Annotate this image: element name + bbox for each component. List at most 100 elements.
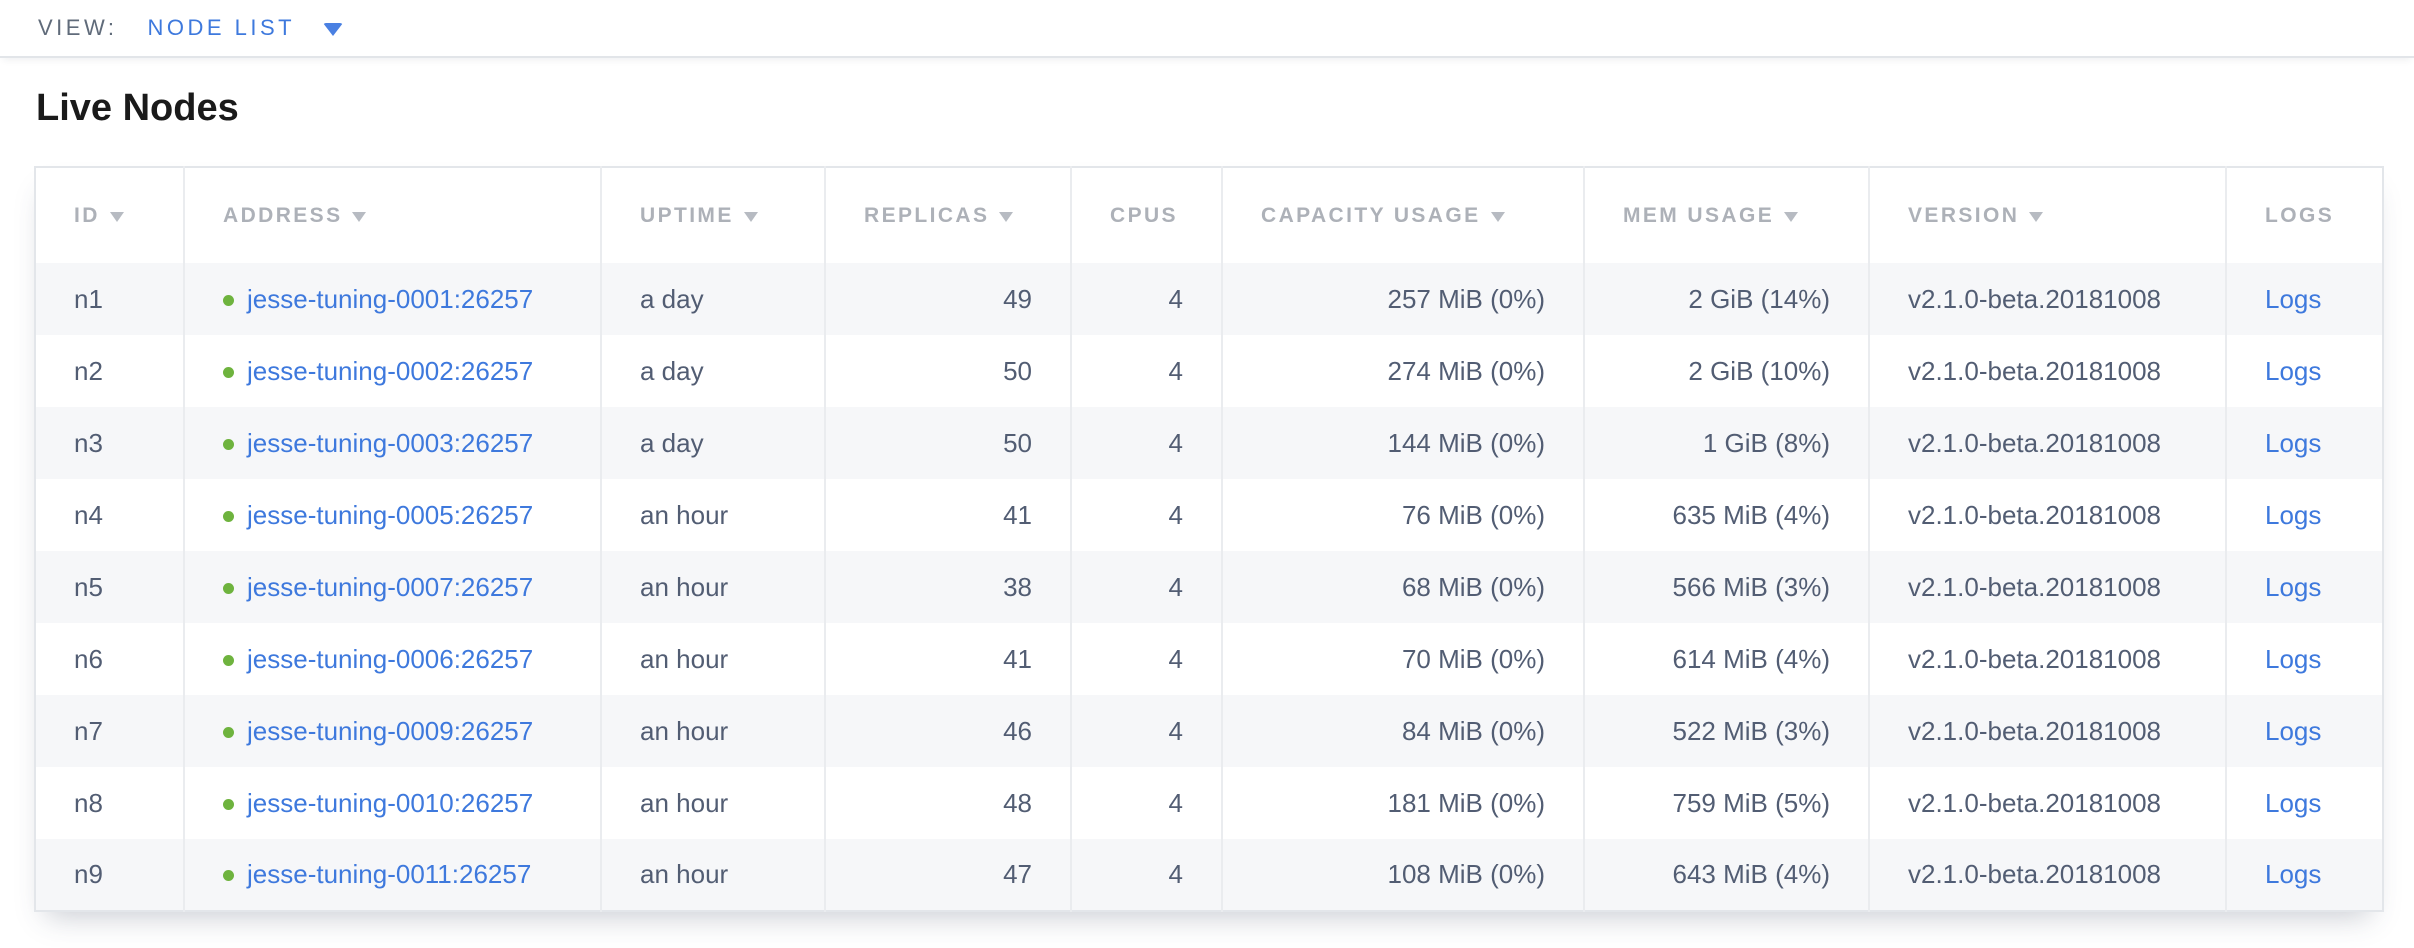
node-address-cell: jesse-tuning-0005:26257 [184,479,601,551]
node-cpus-cell: 4 [1071,551,1222,623]
node-id-cell: n7 [35,695,184,767]
node-cpus-cell: 4 [1071,767,1222,839]
node-version-cell: v2.1.0-beta.20181008 [1869,623,2226,695]
table-row: n3 jesse-tuning-0003:26257 a day 50 4 14… [35,407,2383,479]
live-nodes-table: ID ADDRESS UPTIME REPLICAS CPUS CAPACITY… [34,166,2384,912]
node-cpus-cell: 4 [1071,407,1222,479]
node-logs-cell: Logs [2226,695,2383,767]
column-header-replicas[interactable]: REPLICAS [825,167,1071,263]
node-cpus-cell: 4 [1071,695,1222,767]
column-header-uptime[interactable]: UPTIME [601,167,825,263]
node-address-cell: jesse-tuning-0002:26257 [184,335,601,407]
node-address-cell: jesse-tuning-0009:26257 [184,695,601,767]
node-address-cell: jesse-tuning-0001:26257 [184,263,601,335]
node-cpus-cell: 4 [1071,839,1222,911]
node-capacity-cell: 274 MiB (0%) [1222,335,1584,407]
node-id-cell: n5 [35,551,184,623]
live-nodes-panel: ID ADDRESS UPTIME REPLICAS CPUS CAPACITY… [34,166,2382,912]
logs-link[interactable]: Logs [2265,644,2321,674]
node-id-cell: n4 [35,479,184,551]
column-header-capacity-usage[interactable]: CAPACITY USAGE [1222,167,1584,263]
logs-link[interactable]: Logs [2265,859,2321,889]
node-address-link[interactable]: jesse-tuning-0007:26257 [247,572,533,602]
node-address-cell: jesse-tuning-0006:26257 [184,623,601,695]
node-capacity-cell: 257 MiB (0%) [1222,263,1584,335]
sort-desc-icon [999,212,1013,222]
node-version-cell: v2.1.0-beta.20181008 [1869,335,2226,407]
table-row: n1 jesse-tuning-0001:26257 a day 49 4 25… [35,263,2383,335]
node-healthy-icon [223,367,234,378]
view-bar: VIEW: NODE LIST [0,0,2414,58]
node-healthy-icon [223,870,234,881]
sort-desc-icon [1491,212,1505,222]
node-replicas-cell: 41 [825,623,1071,695]
view-selector-dropdown[interactable]: NODE LIST [147,15,343,41]
node-mem-cell: 643 MiB (4%) [1584,839,1869,911]
node-cpus-cell: 4 [1071,335,1222,407]
node-capacity-cell: 144 MiB (0%) [1222,407,1584,479]
node-logs-cell: Logs [2226,623,2383,695]
node-address-link[interactable]: jesse-tuning-0001:26257 [247,284,533,314]
node-address-link[interactable]: jesse-tuning-0011:26257 [247,859,531,889]
column-header-mem-usage[interactable]: MEM USAGE [1584,167,1869,263]
node-mem-cell: 2 GiB (10%) [1584,335,1869,407]
sort-desc-icon [2029,212,2043,222]
node-address-link[interactable]: jesse-tuning-0005:26257 [247,500,533,530]
node-version-cell: v2.1.0-beta.20181008 [1869,767,2226,839]
sort-desc-icon [110,212,124,222]
node-cpus-cell: 4 [1071,263,1222,335]
node-logs-cell: Logs [2226,335,2383,407]
node-version-cell: v2.1.0-beta.20181008 [1869,479,2226,551]
node-id-cell: n9 [35,839,184,911]
node-capacity-cell: 108 MiB (0%) [1222,839,1584,911]
logs-link[interactable]: Logs [2265,572,2321,602]
column-header-version[interactable]: VERSION [1869,167,2226,263]
node-address-cell: jesse-tuning-0010:26257 [184,767,601,839]
logs-link[interactable]: Logs [2265,356,2321,386]
column-header-address[interactable]: ADDRESS [184,167,601,263]
node-capacity-cell: 70 MiB (0%) [1222,623,1584,695]
node-mem-cell: 522 MiB (3%) [1584,695,1869,767]
node-uptime-cell: a day [601,263,825,335]
table-row: n7 jesse-tuning-0009:26257 an hour 46 4 … [35,695,2383,767]
view-label: VIEW: [38,15,117,41]
node-replicas-cell: 46 [825,695,1071,767]
node-uptime-cell: an hour [601,767,825,839]
node-healthy-icon [223,799,234,810]
node-address-cell: jesse-tuning-0003:26257 [184,407,601,479]
logs-link[interactable]: Logs [2265,500,2321,530]
node-uptime-cell: a day [601,407,825,479]
column-header-id[interactable]: ID [35,167,184,263]
node-capacity-cell: 181 MiB (0%) [1222,767,1584,839]
node-id-cell: n1 [35,263,184,335]
node-uptime-cell: an hour [601,479,825,551]
logs-link[interactable]: Logs [2265,788,2321,818]
node-mem-cell: 759 MiB (5%) [1584,767,1869,839]
node-logs-cell: Logs [2226,407,2383,479]
node-mem-cell: 1 GiB (8%) [1584,407,1869,479]
node-uptime-cell: an hour [601,623,825,695]
chevron-down-icon [323,23,343,36]
node-uptime-cell: an hour [601,695,825,767]
node-mem-cell: 2 GiB (14%) [1584,263,1869,335]
node-id-cell: n3 [35,407,184,479]
node-version-cell: v2.1.0-beta.20181008 [1869,551,2226,623]
node-cpus-cell: 4 [1071,623,1222,695]
table-row: n9 jesse-tuning-0011:26257 an hour 47 4 … [35,839,2383,911]
node-replicas-cell: 47 [825,839,1071,911]
node-address-link[interactable]: jesse-tuning-0006:26257 [247,644,533,674]
logs-link[interactable]: Logs [2265,716,2321,746]
node-mem-cell: 635 MiB (4%) [1584,479,1869,551]
node-replicas-cell: 50 [825,335,1071,407]
logs-link[interactable]: Logs [2265,284,2321,314]
node-id-cell: n2 [35,335,184,407]
logs-link[interactable]: Logs [2265,428,2321,458]
view-selector-value[interactable]: NODE LIST [147,15,295,41]
node-address-link[interactable]: jesse-tuning-0002:26257 [247,356,533,386]
node-version-cell: v2.1.0-beta.20181008 [1869,407,2226,479]
table-header-row: ID ADDRESS UPTIME REPLICAS CPUS CAPACITY… [35,167,2383,263]
node-address-link[interactable]: jesse-tuning-0003:26257 [247,428,533,458]
node-address-link[interactable]: jesse-tuning-0010:26257 [247,788,533,818]
sort-desc-icon [744,212,758,222]
node-address-link[interactable]: jesse-tuning-0009:26257 [247,716,533,746]
